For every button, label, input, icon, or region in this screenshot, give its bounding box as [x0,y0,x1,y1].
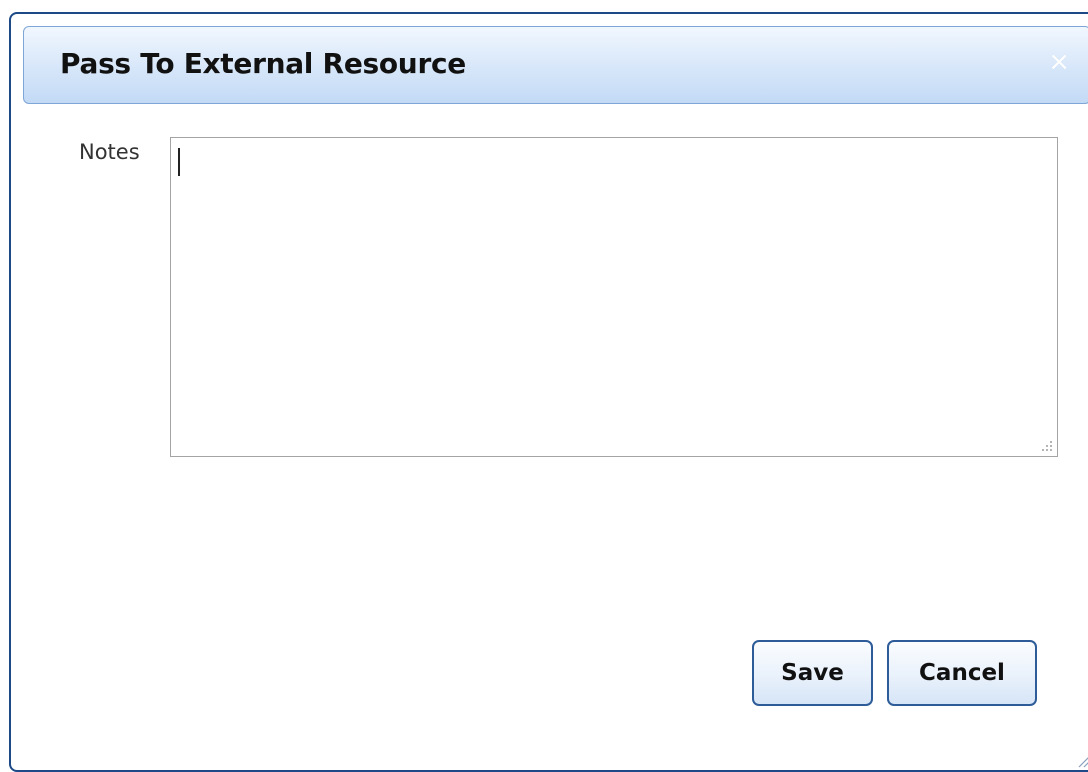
save-button[interactable]: Save [752,640,873,706]
dialog-titlebar[interactable]: Pass To External Resource × [23,26,1088,104]
pass-to-external-resource-dialog: Pass To External Resource × Notes Save C… [9,12,1088,772]
resize-grip-icon[interactable] [1073,746,1088,768]
textarea-resize-grip-icon[interactable] [1041,440,1053,452]
notes-label: Notes [79,140,140,164]
close-icon[interactable]: × [1048,49,1070,75]
text-caret [178,148,180,176]
cancel-button[interactable]: Cancel [887,640,1037,706]
notes-textarea[interactable] [170,137,1058,457]
dialog-title: Pass To External Resource [60,47,466,80]
